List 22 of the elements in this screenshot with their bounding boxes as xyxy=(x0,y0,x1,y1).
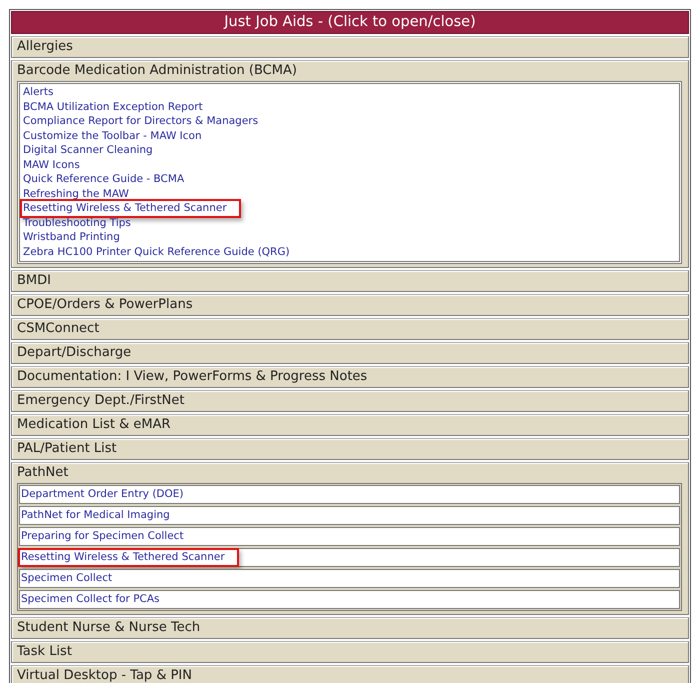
section-header[interactable]: CPOE/Orders & PowerPlans xyxy=(12,295,688,315)
section-header[interactable]: Depart/Discharge xyxy=(12,343,688,363)
section-header[interactable]: BMDI xyxy=(12,271,688,291)
job-aid-link[interactable]: Preparing for Specimen Collect xyxy=(18,527,198,546)
section-header[interactable]: PAL/Patient List xyxy=(12,439,688,459)
section-header[interactable]: Emergency Dept./FirstNet xyxy=(12,391,688,411)
section-header[interactable]: Task List xyxy=(12,642,688,662)
section-header[interactable]: PathNet xyxy=(12,463,688,483)
section-header[interactable]: CSMConnect xyxy=(12,319,688,339)
job-aid-link[interactable]: Specimen Collect for PCAs xyxy=(18,590,174,609)
section-header[interactable]: Medication List & eMAR xyxy=(12,415,688,435)
job-aid-link[interactable]: Department Order Entry (DOE) xyxy=(18,485,198,504)
job-aid-link[interactable]: Specimen Collect xyxy=(18,569,126,588)
section-header[interactable]: Student Nurse & Nurse Tech xyxy=(12,618,688,638)
job-aid-link[interactable]: Resetting Wireless & Tethered Scanner xyxy=(18,548,239,567)
section-header[interactable]: Virtual Desktop - Tap & PIN xyxy=(12,666,688,683)
section-header[interactable]: Barcode Medication Administration (BCMA) xyxy=(12,61,688,81)
job-aid-link[interactable]: PathNet for Medical Imaging xyxy=(18,506,184,525)
panel-title[interactable]: Just Job Aids - (Click to open/close) xyxy=(11,11,689,34)
section-header[interactable]: Documentation: I View, PowerForms & Progress Notes xyxy=(12,367,688,387)
section-header[interactable]: Allergies xyxy=(12,37,688,57)
job-aid-link[interactable]: Resetting Wireless & Tethered Scanner xyxy=(20,199,241,218)
